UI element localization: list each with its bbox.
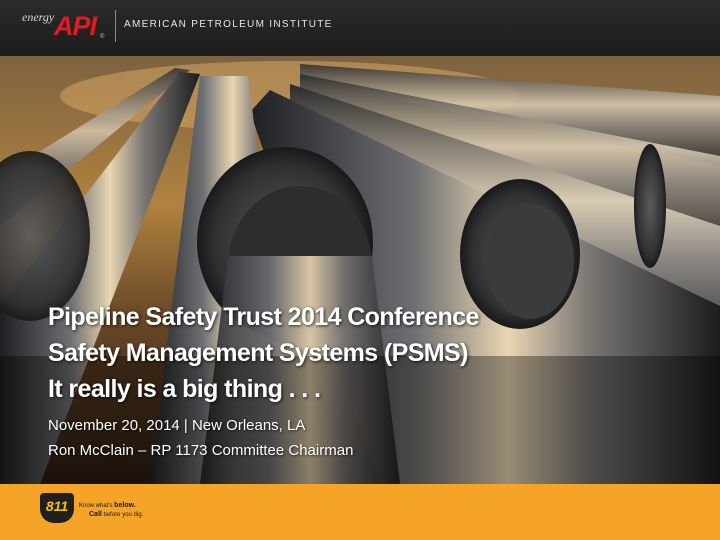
title-line: It really is a big thing . . . — [48, 375, 321, 403]
registered-mark: ® — [100, 34, 105, 40]
logo-energy-text: energy — [22, 10, 55, 24]
api-logo: API — [54, 11, 97, 41]
logo-divider — [115, 10, 116, 42]
footer-tagline-2: Call before you dig. — [89, 511, 144, 518]
header-bar: energy API ® AMERICAN PETROLEUM INSTITUT… — [0, 0, 720, 56]
title-line: Safety Management Systems (PSMS) — [48, 339, 468, 367]
footer-tagline-1: Know what's below. — [79, 502, 136, 509]
slide-title: Pipeline Safety Trust 2014 Conference Sa… — [48, 299, 479, 407]
title-line: Pipeline Safety Trust 2014 Conference — [48, 303, 479, 331]
presenter-name: Ron McClain – RP 1173 Committee Chairman — [48, 442, 354, 459]
event-date-location: November 20, 2014 | New Orleans, LA — [48, 417, 306, 434]
811-logo-number: 811 — [45, 498, 69, 514]
org-name: AMERICAN PETROLEUM INSTITUTE — [124, 19, 333, 30]
